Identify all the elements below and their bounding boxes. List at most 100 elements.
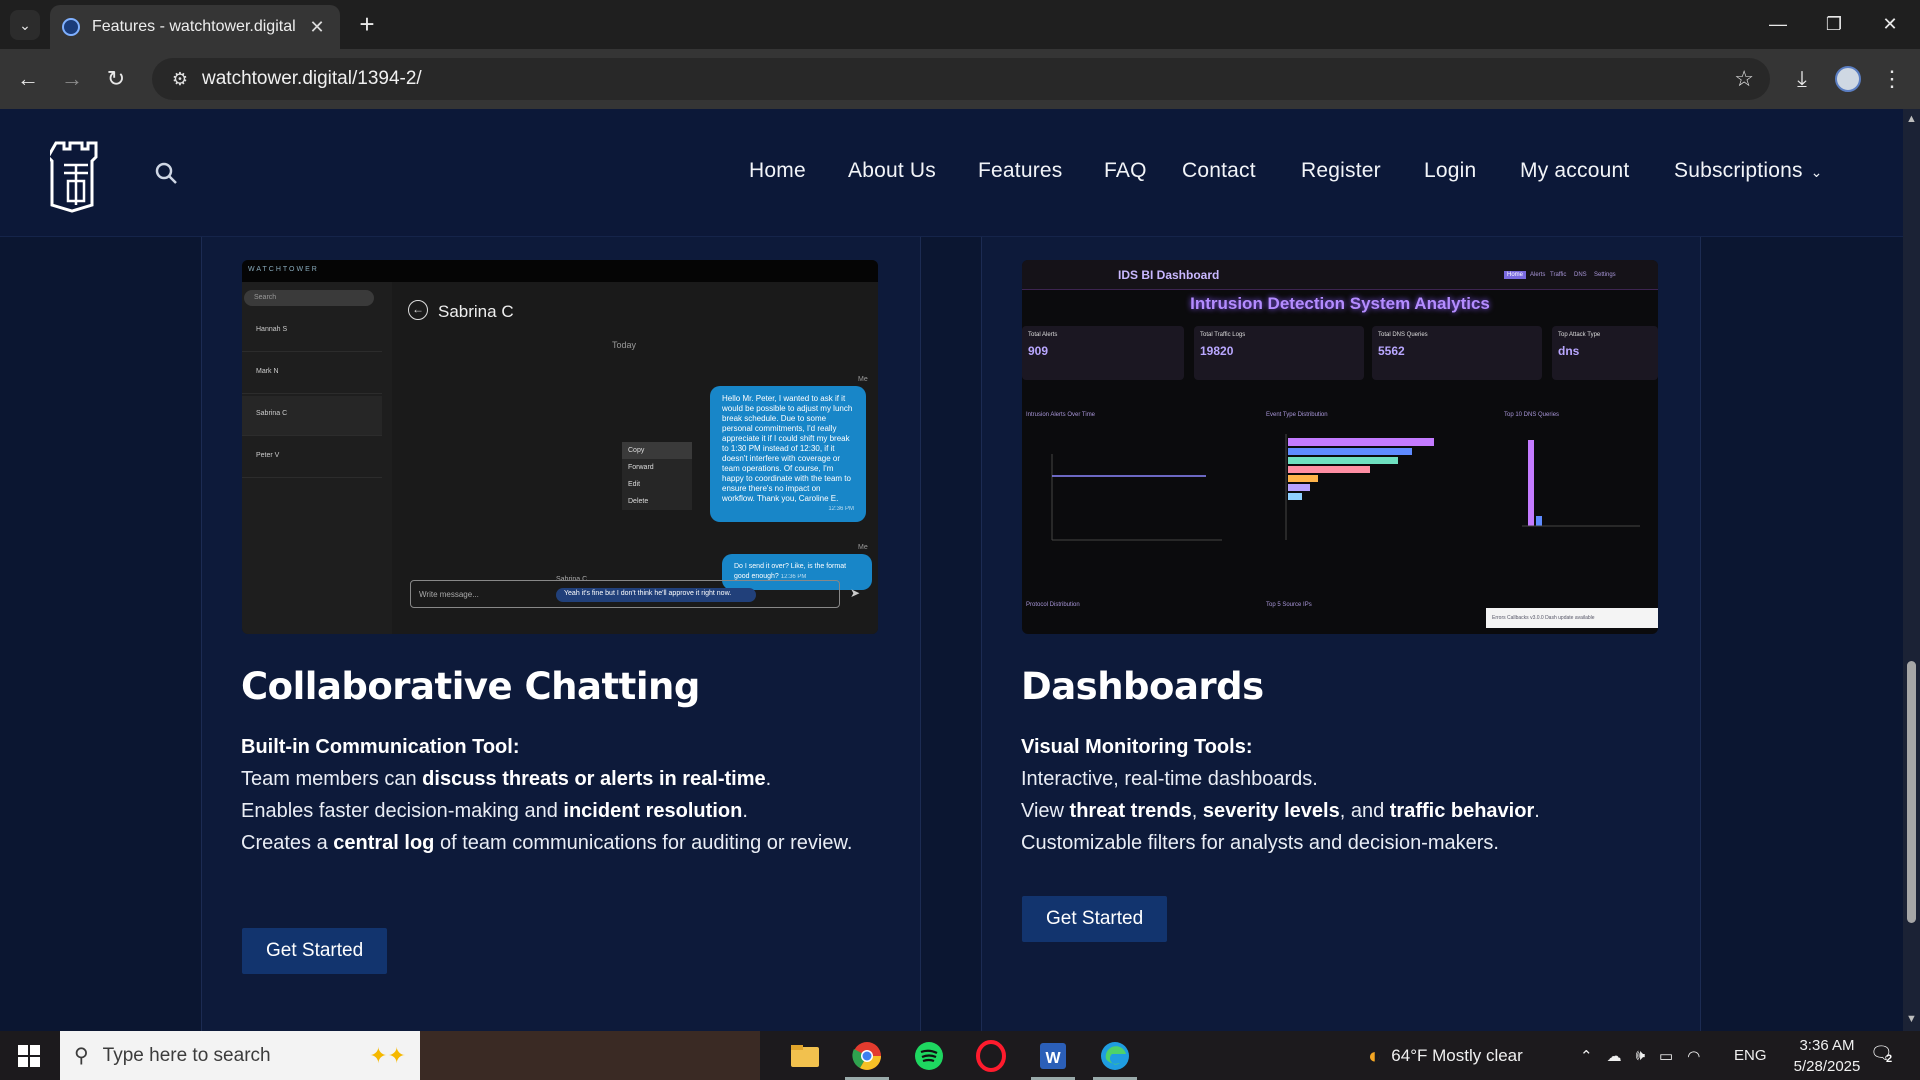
chrome-icon[interactable] xyxy=(850,1039,884,1073)
nav-subscriptions[interactable]: Subscriptions ⌄ xyxy=(1674,159,1823,183)
nav-features[interactable]: Features xyxy=(978,159,1062,183)
restore-window-icon[interactable]: ❐ xyxy=(1806,0,1862,49)
reload-icon[interactable]: ↻ xyxy=(100,63,132,95)
dash-topbar: IDS BI Dashboard Home Alerts Traffic DNS… xyxy=(1022,260,1658,290)
windows-start-icon[interactable] xyxy=(18,1045,40,1067)
kpi-value: 909 xyxy=(1028,344,1049,358)
taskbar-search[interactable]: ⚲ Type here to search ✦✦ xyxy=(60,1031,420,1080)
card-subtitle: Built-in Communication Tool: xyxy=(241,736,520,758)
text-strong: central log xyxy=(333,832,435,854)
page-scrollbar[interactable]: ▲ ▼ xyxy=(1903,109,1920,1031)
chevron-up-icon[interactable]: ⌃ xyxy=(1580,1047,1593,1065)
nav-my-account[interactable]: My account xyxy=(1520,159,1629,183)
file-explorer-icon[interactable] xyxy=(788,1039,822,1073)
dash-kpi: Total DNS Queries 5562 xyxy=(1372,326,1542,380)
spotify-icon[interactable] xyxy=(912,1039,946,1073)
watchtower-logo-icon[interactable] xyxy=(50,139,102,213)
weather-text: 64°F Mostly clear xyxy=(1391,1045,1523,1065)
nav-faq[interactable]: FAQ xyxy=(1104,159,1147,183)
bookmark-star-icon[interactable]: ☆ xyxy=(1734,66,1754,92)
clock-date: 5/28/2025 xyxy=(1793,1058,1861,1075)
close-tab-icon[interactable]: ✕ xyxy=(306,17,328,38)
chat-time: 12:36 PM xyxy=(828,506,854,512)
close-window-icon[interactable]: ✕ xyxy=(1862,0,1918,49)
language-indicator[interactable]: ENG xyxy=(1734,1031,1767,1080)
weather-widget[interactable]: ◐ 64°F Mostly clear xyxy=(1368,1031,1523,1080)
site-info-icon[interactable]: ⚙ xyxy=(162,69,198,90)
dash-charts-graphic xyxy=(1051,434,1640,541)
battery-icon[interactable]: ▭ xyxy=(1659,1047,1673,1065)
text-strong: severity levels xyxy=(1202,800,1340,822)
card-subtitle: Visual Monitoring Tools: xyxy=(1021,736,1253,758)
dash-chart-title: Event Type Distribution xyxy=(1266,412,1328,418)
scroll-down-icon[interactable]: ▼ xyxy=(1906,1013,1917,1025)
weather-moon-icon: ◐ xyxy=(1368,1042,1382,1068)
feature-line: Team members can discuss threats or aler… xyxy=(241,763,861,795)
chat-screenshot: WATCHTOWER Search Hannah S Mark N Sabrin… xyxy=(242,260,878,634)
dash-footer: Errors Callbacks v3.0.0 Dash update avai… xyxy=(1486,608,1658,628)
chat-write-input: Write message... xyxy=(410,580,840,608)
text-span: . xyxy=(1534,800,1540,822)
edge-icon[interactable] xyxy=(1098,1039,1132,1073)
chat-sidebar: Search Hannah S Mark N Sabrina C Peter V xyxy=(242,282,392,634)
feature-line: Enables faster decision-making and incid… xyxy=(241,795,861,827)
chat-contact: Sabrina C xyxy=(242,396,382,436)
menu-kebab-icon[interactable]: ⋮ xyxy=(1876,63,1908,95)
search-icon[interactable] xyxy=(154,161,178,185)
chat-contact: Mark N xyxy=(242,354,382,394)
forward-arrow-icon[interactable]: → xyxy=(56,63,88,95)
address-bar[interactable]: ⚙ watchtower.digital/1394-2/ ☆ xyxy=(152,58,1770,100)
tab-search-button[interactable]: ⌄ xyxy=(10,10,40,40)
chat-day-label: Today xyxy=(612,340,637,350)
browser-toolbar: ← → ↻ ⚙ watchtower.digital/1394-2/ ☆ ⤓ ⋮ xyxy=(0,49,1920,109)
page-viewport: Home About Us Features FAQ Contact Regis… xyxy=(0,109,1903,1031)
chat-me-label: Me xyxy=(858,376,868,383)
get-started-button[interactable]: Get Started xyxy=(242,928,388,974)
nav-about-us[interactable]: About Us xyxy=(848,159,936,183)
opera-icon[interactable] xyxy=(974,1039,1008,1073)
profile-avatar[interactable] xyxy=(1832,63,1864,95)
dash-chart-title: Intrusion Alerts Over Time xyxy=(1026,412,1096,418)
text-strong: traffic behavior xyxy=(1389,800,1535,822)
nav-subscriptions-label: Subscriptions xyxy=(1674,159,1803,182)
text-strong: discuss threats or alerts in real-time xyxy=(422,768,766,790)
scroll-thumb[interactable] xyxy=(1907,661,1916,923)
chevron-down-icon: ⌄ xyxy=(1810,164,1823,180)
get-started-button[interactable]: Get Started xyxy=(1022,896,1168,942)
dash-tab: Home xyxy=(1504,271,1527,279)
dash-chart-title: Top 5 Source IPs xyxy=(1266,602,1312,608)
tab-title: Features - watchtower.digital xyxy=(92,18,296,35)
browser-tab-bar: ⌄ Features - watchtower.digital ✕ + — ❐ … xyxy=(0,0,1920,49)
minimize-window-icon[interactable]: — xyxy=(1750,0,1806,49)
back-arrow-icon[interactable]: ← xyxy=(12,63,44,95)
text-span: . xyxy=(742,800,748,822)
nav-login[interactable]: Login xyxy=(1424,159,1476,183)
chat-contact: Hannah S xyxy=(242,312,382,352)
nav-contact[interactable]: Contact xyxy=(1182,159,1256,183)
notification-icon[interactable]: 🗨 2 xyxy=(1870,1043,1900,1069)
scroll-up-icon[interactable]: ▲ xyxy=(1906,113,1917,125)
kpi-value: 19820 xyxy=(1200,344,1234,358)
text-span: Creates a xyxy=(241,832,334,854)
clock-time: 3:36 AM xyxy=(1799,1037,1855,1054)
nav-home[interactable]: Home xyxy=(749,159,806,183)
volume-icon[interactable]: 🕪 xyxy=(1636,1047,1645,1064)
nav-register[interactable]: Register xyxy=(1301,159,1381,183)
system-tray-icons: ⌃ ☁ 🕪 ▭ ◠ xyxy=(1580,1031,1700,1080)
word-icon[interactable]: W xyxy=(1036,1039,1070,1073)
wifi-icon[interactable]: ◠ xyxy=(1687,1047,1700,1065)
download-icon[interactable]: ⤓ xyxy=(1786,63,1818,95)
notification-count: 2 xyxy=(1886,1053,1893,1065)
text-span: , and xyxy=(1339,800,1390,822)
browser-tab-active[interactable]: Features - watchtower.digital ✕ xyxy=(50,5,340,49)
dash-title: IDS BI Dashboard xyxy=(1118,268,1220,282)
card-body: Visual Monitoring Tools: Interactive, re… xyxy=(1021,731,1641,859)
text-span: View xyxy=(1021,800,1070,822)
svg-text:W: W xyxy=(1045,1050,1061,1067)
new-tab-button[interactable]: + xyxy=(352,10,382,40)
cloud-icon[interactable]: ☁ xyxy=(1607,1047,1622,1065)
kpi-label: Total DNS Queries xyxy=(1378,332,1428,338)
dash-headline: Intrusion Detection System Analytics xyxy=(1190,294,1490,313)
dash-kpi: Total Alerts 909 xyxy=(1022,326,1184,380)
taskbar-clock[interactable]: 3:36 AM 5/28/2025 xyxy=(1782,1035,1872,1077)
